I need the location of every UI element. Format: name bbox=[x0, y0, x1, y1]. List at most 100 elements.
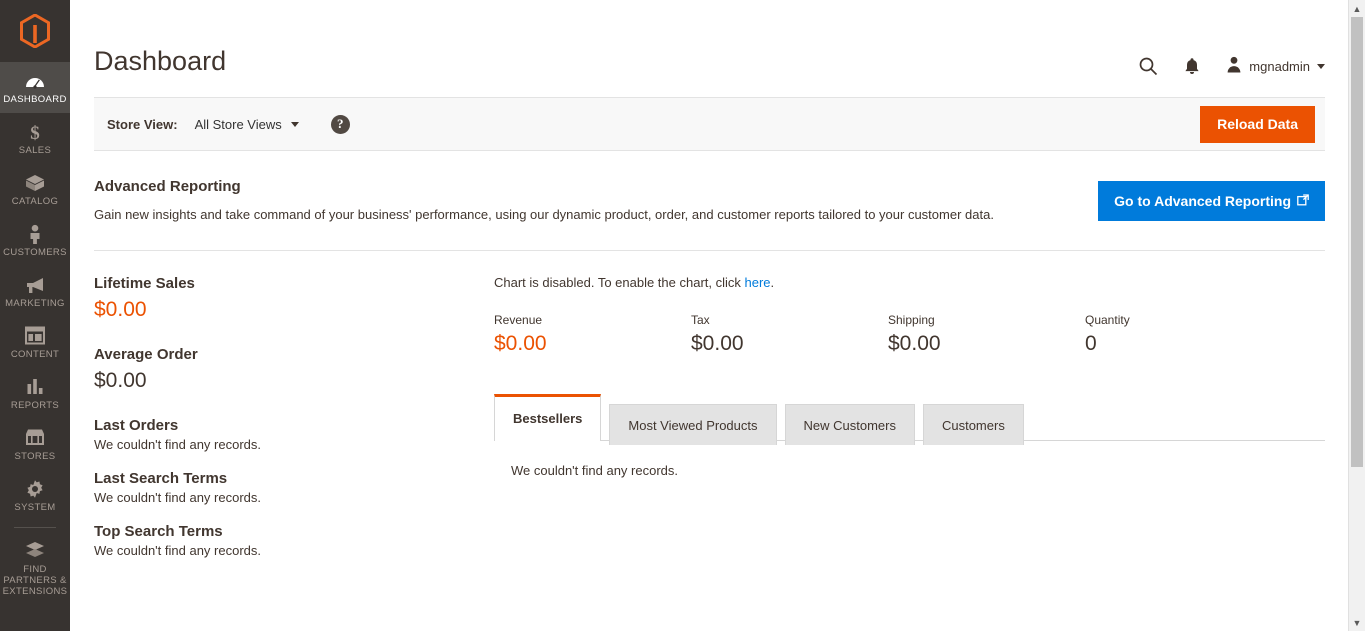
sidebar-item-label: REPORTS bbox=[10, 400, 60, 411]
tab-list: Bestsellers Most Viewed Products New Cus… bbox=[494, 394, 1325, 445]
box-icon bbox=[24, 173, 46, 193]
page-title: Dashboard bbox=[94, 46, 227, 76]
kpi-row: Revenue $0.00 Tax $0.00 Shipping $0.00 Q… bbox=[494, 313, 1325, 356]
list-title: Last Orders bbox=[94, 417, 179, 434]
gear-icon bbox=[25, 479, 45, 499]
scroll-down-arrow-icon[interactable]: ▼ bbox=[1349, 614, 1365, 631]
main-content: Dashboard mgnadmin Store View: All Store… bbox=[70, 0, 1365, 631]
dashboard-body: Lifetime Sales $0.00 Average Order $0.00… bbox=[70, 275, 1365, 576]
sidebar-item-reports[interactable]: REPORTS bbox=[0, 368, 70, 419]
empty-records-text: We couldn't find any records. bbox=[94, 490, 261, 505]
scrollbar-thumb[interactable] bbox=[1351, 17, 1363, 467]
go-to-advanced-reporting-label: Go to Advanced Reporting bbox=[1114, 193, 1291, 209]
sidebar-divider bbox=[14, 527, 56, 528]
dashboard-right-column: Chart is disabled. To enable the chart, … bbox=[494, 275, 1325, 576]
sidebar-item-catalog[interactable]: CATALOG bbox=[0, 164, 70, 215]
stat-value: $0.00 bbox=[94, 298, 147, 321]
sidebar-item-label: MARKETING bbox=[5, 298, 65, 309]
avatar bbox=[1226, 56, 1242, 76]
kpi-label: Quantity bbox=[1085, 313, 1130, 327]
advanced-reporting-section: Advanced Reporting Gain new insights and… bbox=[94, 151, 1325, 251]
dashboard-left-column: Lifetime Sales $0.00 Average Order $0.00… bbox=[94, 275, 494, 576]
sidebar-item-stores[interactable]: STORES bbox=[0, 419, 70, 470]
kpi-value: $0.00 bbox=[888, 332, 941, 355]
scroll-up-arrow-icon[interactable]: ▲ bbox=[1349, 0, 1365, 17]
sidebar-item-dashboard[interactable]: DASHBOARD bbox=[0, 62, 70, 113]
sidebar-item-marketing[interactable]: MARKETING bbox=[0, 266, 70, 317]
advanced-reporting-description: Gain new insights and take command of yo… bbox=[94, 207, 994, 222]
sidebar-item-label: CONTENT bbox=[10, 349, 60, 360]
person-icon bbox=[26, 224, 44, 244]
kpi-label: Shipping bbox=[888, 313, 935, 327]
advanced-reporting-text: Advanced Reporting Gain new insights and… bbox=[94, 178, 994, 224]
header-tools: mgnadmin bbox=[1138, 56, 1325, 76]
external-link-icon bbox=[1297, 193, 1309, 209]
empty-records-text: We couldn't find any records. bbox=[94, 437, 261, 452]
search-icon[interactable] bbox=[1138, 56, 1158, 76]
chart-disabled-note: Chart is disabled. To enable the chart, … bbox=[494, 275, 1325, 290]
sidebar-item-label: DASHBOARD bbox=[3, 94, 67, 105]
store-view-label: Store View: bbox=[107, 116, 178, 132]
kpi-value: $0.00 bbox=[494, 332, 547, 355]
sidebar-item-system[interactable]: SYSTEM bbox=[0, 470, 70, 521]
store-view-select[interactable]: All Store Views bbox=[195, 117, 299, 132]
sidebar-item-customers[interactable]: CUSTOMERS bbox=[0, 215, 70, 266]
admin-user-name: mgnadmin bbox=[1249, 58, 1310, 74]
kpi-revenue: Revenue $0.00 bbox=[494, 313, 691, 356]
kpi-shipping: Shipping $0.00 bbox=[888, 313, 1085, 356]
admin-sidebar: DASHBOARD $ SALES CATALOG CUSTOMERS MARK… bbox=[0, 0, 70, 631]
tab-bestsellers[interactable]: Bestsellers bbox=[494, 394, 602, 441]
reload-data-button[interactable]: Reload Data bbox=[1200, 105, 1315, 143]
extensions-icon bbox=[24, 541, 46, 561]
magento-admin-dashboard: DASHBOARD $ SALES CATALOG CUSTOMERS MARK… bbox=[0, 0, 1365, 631]
vertical-scrollbar[interactable]: ▲ ▼ bbox=[1348, 0, 1365, 631]
empty-records-text: We couldn't find any records. bbox=[94, 543, 261, 558]
chart-disabled-suffix: . bbox=[770, 275, 775, 290]
tab-new-customers[interactable]: New Customers bbox=[784, 404, 915, 445]
magento-logo-icon bbox=[20, 14, 50, 48]
list-title: Top Search Terms bbox=[94, 523, 223, 540]
store-view-bar: Store View: All Store Views ? Reload Dat… bbox=[94, 97, 1325, 151]
chart-disabled-prefix: Chart is disabled. To enable the chart, … bbox=[494, 275, 745, 290]
sidebar-item-sales[interactable]: $ SALES bbox=[0, 113, 70, 164]
layout-icon bbox=[25, 326, 45, 346]
stat-average-order: Average Order $0.00 bbox=[94, 346, 474, 393]
tab-most-viewed-products[interactable]: Most Viewed Products bbox=[609, 404, 777, 445]
admin-user-menu[interactable]: mgnadmin bbox=[1226, 56, 1325, 76]
sidebar-item-find-partners[interactable]: FIND PARTNERS & EXTENSIONS bbox=[0, 532, 70, 605]
enable-chart-link[interactable]: here bbox=[745, 275, 771, 290]
sidebar-item-label: CATALOG bbox=[11, 196, 59, 207]
dollar-icon: $ bbox=[25, 122, 45, 144]
bell-icon[interactable] bbox=[1184, 57, 1200, 76]
megaphone-icon bbox=[24, 275, 46, 295]
kpi-label: Tax bbox=[691, 313, 710, 327]
last-orders-block: Last Orders We couldn't find any records… bbox=[94, 417, 474, 452]
kpi-value: 0 bbox=[1085, 332, 1097, 355]
stat-value: $0.00 bbox=[94, 369, 147, 392]
last-search-terms-block: Last Search Terms We couldn't find any r… bbox=[94, 470, 474, 505]
sidebar-item-label: CUSTOMERS bbox=[3, 247, 67, 258]
kpi-quantity: Quantity 0 bbox=[1085, 313, 1282, 356]
help-icon[interactable]: ? bbox=[330, 114, 350, 134]
tab-panel-bestsellers: We couldn't find any records. bbox=[494, 441, 1325, 478]
kpi-tax: Tax $0.00 bbox=[691, 313, 888, 356]
chevron-down-icon bbox=[290, 121, 299, 127]
advanced-reporting-title: Advanced Reporting bbox=[94, 178, 241, 195]
storefront-icon bbox=[24, 428, 46, 448]
tab-customers[interactable]: Customers bbox=[922, 404, 1024, 445]
store-view-selected-value: All Store Views bbox=[194, 116, 282, 132]
stat-title: Average Order bbox=[94, 346, 198, 363]
dashboard-gauge-icon bbox=[24, 71, 46, 91]
empty-records-text: We couldn't find any records. bbox=[511, 463, 678, 478]
sidebar-item-content[interactable]: CONTENT bbox=[0, 317, 70, 368]
stat-title: Lifetime Sales bbox=[94, 275, 195, 292]
kpi-value: $0.00 bbox=[691, 332, 744, 355]
go-to-advanced-reporting-button[interactable]: Go to Advanced Reporting bbox=[1098, 181, 1325, 221]
sidebar-item-label: SALES bbox=[18, 145, 52, 156]
list-title: Last Search Terms bbox=[94, 470, 228, 487]
sidebar-item-label: SYSTEM bbox=[14, 502, 56, 513]
sidebar-item-label: STORES bbox=[14, 451, 56, 462]
stat-lifetime-sales: Lifetime Sales $0.00 bbox=[94, 275, 474, 322]
dashboard-tabs: Bestsellers Most Viewed Products New Cus… bbox=[494, 394, 1325, 478]
magento-logo[interactable] bbox=[0, 0, 70, 62]
